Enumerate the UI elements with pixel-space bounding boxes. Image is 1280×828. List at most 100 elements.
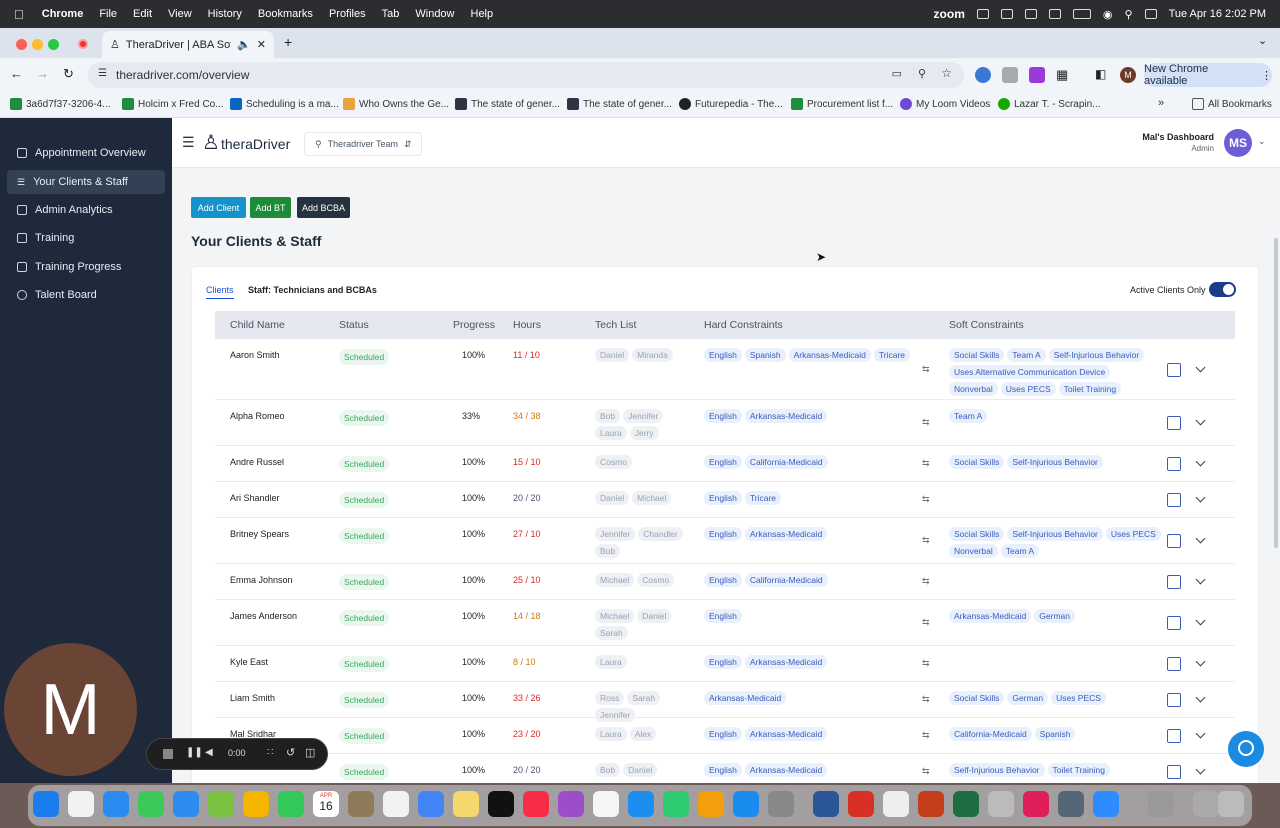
extensions-puzzle-icon[interactable]: ▦ bbox=[1056, 67, 1068, 83]
table-row[interactable]: Kyle East Scheduled 100% 8 / 10 Laura English… bbox=[215, 646, 1235, 682]
chevron-down-icon[interactable]: ⌄ bbox=[1258, 136, 1266, 147]
chevron-down-icon[interactable] bbox=[1195, 533, 1206, 544]
edit-icon[interactable] bbox=[1167, 765, 1181, 779]
app-store-icon[interactable] bbox=[733, 791, 759, 817]
all-bookmarks[interactable]: All Bookmarks bbox=[1192, 98, 1272, 110]
table-row[interactable]: Emma Johnson Scheduled 100% 25 / 10 Michael C… bbox=[215, 564, 1235, 600]
col-status[interactable]: Status bbox=[339, 311, 369, 339]
chevron-down-icon[interactable] bbox=[1195, 615, 1206, 626]
menu-history[interactable]: History bbox=[200, 8, 250, 20]
add-client-button[interactable]: Add Client bbox=[191, 197, 246, 218]
cast-icon[interactable]: ▭ bbox=[892, 67, 902, 80]
chevron-down-icon[interactable] bbox=[1195, 728, 1206, 739]
finder-icon[interactable] bbox=[33, 791, 59, 817]
status-icon[interactable] bbox=[1048, 9, 1061, 19]
swap-icon[interactable]: ⇆ bbox=[922, 576, 930, 587]
col-tech-list[interactable]: Tech List bbox=[595, 311, 636, 339]
messages-icon[interactable] bbox=[138, 791, 164, 817]
swap-icon[interactable]: ⇆ bbox=[922, 617, 930, 628]
sidebar-item-training[interactable]: Training bbox=[7, 226, 165, 250]
trash-icon[interactable]: ◫ bbox=[305, 746, 315, 759]
powerpoint-icon[interactable] bbox=[918, 791, 944, 817]
menu-edit[interactable]: Edit bbox=[125, 8, 160, 20]
side-panel-icon[interactable]: ◧ bbox=[1095, 67, 1106, 81]
menu-window[interactable]: Window bbox=[407, 8, 462, 20]
bookmark-item[interactable]: Procurement list f... bbox=[791, 98, 893, 110]
slack-icon[interactable] bbox=[1023, 791, 1049, 817]
swap-icon[interactable]: ⇆ bbox=[922, 417, 930, 428]
browser-tab[interactable]: ♙ TheraDriver | ABA Softwa 🔈 ✕ bbox=[102, 31, 274, 58]
add-bt-button[interactable]: Add BT bbox=[250, 197, 291, 218]
bookmark-item[interactable]: Futurepedia - The... bbox=[679, 98, 783, 110]
mute-icon[interactable]: ◀ bbox=[205, 747, 213, 758]
menu-app-name[interactable]: Chrome bbox=[34, 8, 92, 20]
extension-icon[interactable] bbox=[975, 67, 991, 83]
chevron-down-icon[interactable] bbox=[1195, 415, 1206, 426]
sidebar-item-appointment-overview[interactable]: Appointment Overview bbox=[7, 141, 165, 165]
reminders-icon[interactable] bbox=[383, 791, 409, 817]
menu-view[interactable]: View bbox=[160, 8, 200, 20]
forward-icon[interactable]: → bbox=[36, 66, 49, 81]
launchpad-icon[interactable] bbox=[68, 791, 94, 817]
chevron-down-icon[interactable] bbox=[1195, 656, 1206, 667]
menu-bookmarks[interactable]: Bookmarks bbox=[250, 8, 321, 20]
trash-icon[interactable] bbox=[1218, 791, 1244, 817]
status-icon[interactable] bbox=[1024, 9, 1037, 19]
edit-icon[interactable] bbox=[1167, 729, 1181, 743]
edit-icon[interactable] bbox=[1167, 493, 1181, 507]
tv-icon[interactable] bbox=[488, 791, 514, 817]
bookmark-item[interactable]: Who Owns the Ge... bbox=[343, 98, 449, 110]
table-row[interactable]: Aaron Smith Scheduled 100% 11 / 10 Daniel Mir… bbox=[215, 339, 1235, 400]
pdf-icon[interactable] bbox=[848, 791, 874, 817]
zoom-icon[interactable]: ⚲ bbox=[918, 67, 926, 80]
app-icon[interactable] bbox=[1058, 791, 1084, 817]
clock[interactable]: Tue Apr 16 2:02 PM bbox=[1169, 8, 1266, 20]
edit-icon[interactable] bbox=[1167, 534, 1181, 548]
chevron-down-icon[interactable] bbox=[1195, 456, 1206, 467]
sidebar-item-training-progress[interactable]: Training Progress bbox=[7, 255, 165, 279]
menu-file[interactable]: File bbox=[91, 8, 125, 20]
menu-help[interactable]: Help bbox=[463, 8, 502, 20]
swap-icon[interactable]: ⇆ bbox=[922, 730, 930, 741]
edit-icon[interactable] bbox=[1167, 362, 1181, 377]
status-icon[interactable] bbox=[976, 9, 989, 19]
edit-icon[interactable] bbox=[1167, 616, 1181, 630]
swap-icon[interactable]: ⇆ bbox=[922, 364, 930, 375]
swap-icon[interactable]: ⇆ bbox=[922, 658, 930, 669]
more-bookmarks-icon[interactable]: » bbox=[1158, 97, 1164, 109]
pages-icon[interactable] bbox=[698, 791, 724, 817]
table-row[interactable]: Mal Sridhar Scheduled 100% 23 / 20 Laura Alex… bbox=[215, 718, 1235, 754]
pause-icon[interactable]: ❚❚ bbox=[186, 747, 203, 758]
team-select[interactable]: ⚲ Theradriver Team ⇵ bbox=[304, 132, 422, 156]
bookmark-item[interactable]: The state of gener... bbox=[455, 98, 560, 110]
bookmark-item[interactable]: My Loom Videos bbox=[900, 98, 990, 110]
folder-icon[interactable] bbox=[1193, 791, 1219, 817]
audio-icon[interactable]: 🔈 bbox=[237, 38, 251, 51]
scrollbar[interactable] bbox=[1274, 238, 1278, 548]
col-hard-constraints[interactable]: Hard Constraints bbox=[704, 311, 783, 339]
add-bcba-button[interactable]: Add BCBA bbox=[297, 197, 350, 218]
swap-icon[interactable]: ⇆ bbox=[922, 458, 930, 469]
table-row[interactable]: Scheduled 100% 20 / 20 Bob Daniel English Arka… bbox=[215, 754, 1235, 783]
sidebar-item-admin-analytics[interactable]: Admin Analytics bbox=[7, 198, 165, 222]
tab-clients[interactable]: Clients bbox=[206, 285, 234, 299]
chevron-down-icon[interactable] bbox=[1195, 362, 1206, 372]
podcasts-icon[interactable] bbox=[558, 791, 584, 817]
url-text[interactable]: theradriver.com/overview bbox=[116, 68, 249, 82]
back-icon[interactable]: ← bbox=[10, 66, 23, 81]
news-icon[interactable] bbox=[593, 791, 619, 817]
wifi-icon[interactable]: ◉ bbox=[1103, 8, 1113, 21]
chevron-down-icon[interactable] bbox=[1195, 764, 1206, 775]
profile-avatar[interactable]: M bbox=[1120, 67, 1136, 83]
extension-icon[interactable] bbox=[1002, 67, 1018, 83]
facetime-icon[interactable] bbox=[278, 791, 304, 817]
bookmark-item[interactable]: Scheduling is a ma... bbox=[230, 98, 339, 110]
chevron-down-icon[interactable] bbox=[1195, 692, 1206, 703]
reload-icon[interactable]: ↻ bbox=[63, 66, 74, 82]
table-row[interactable]: Alpha Romeo Scheduled 33% 34 / 38 Bob Jennife… bbox=[215, 400, 1235, 446]
restart-icon[interactable]: ↺ bbox=[286, 746, 295, 759]
safari-icon[interactable] bbox=[103, 791, 129, 817]
chrome-icon[interactable] bbox=[418, 791, 444, 817]
folder-icon[interactable] bbox=[1148, 791, 1174, 817]
address-bar[interactable]: ☰ theradriver.com/overview ▭ ⚲ ☆ bbox=[88, 62, 964, 88]
